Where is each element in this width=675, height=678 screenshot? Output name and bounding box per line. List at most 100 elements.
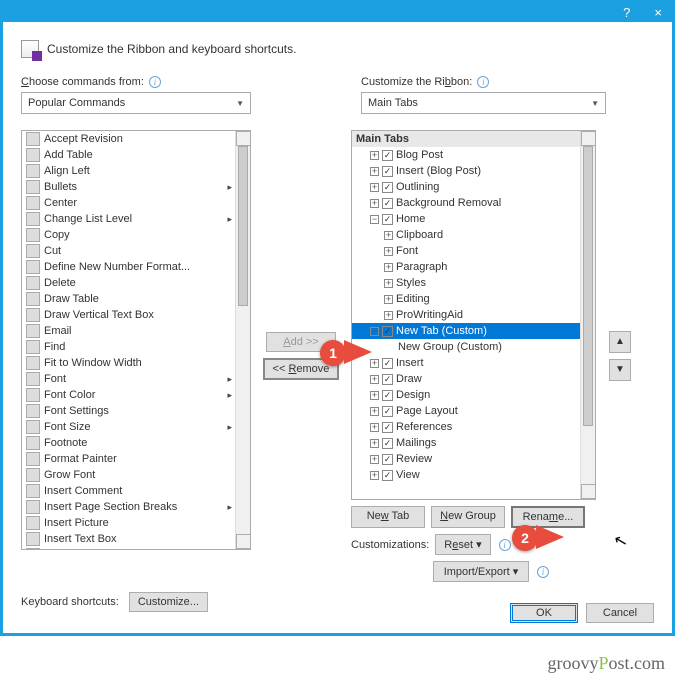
command-item[interactable]: Font Settings (22, 403, 250, 419)
checkbox[interactable]: ✓ (382, 358, 393, 369)
expander-icon[interactable]: + (370, 439, 379, 448)
commands-listbox[interactable]: Accept RevisionAdd TableAlign LeftBullet… (21, 130, 251, 550)
checkbox[interactable]: ✓ (382, 166, 393, 177)
tree-item[interactable]: +✓References (352, 419, 595, 435)
move-up-button[interactable]: ▲ (609, 331, 631, 353)
command-item[interactable]: Font▸ (22, 371, 250, 387)
tree-item[interactable]: −✓New Tab (Custom) (352, 323, 595, 339)
tree-item[interactable]: +✓View (352, 467, 595, 483)
ribbon-tree[interactable]: Main Tabs +✓Blog Post+✓Insert (Blog Post… (351, 130, 596, 500)
commands-from-combo[interactable]: Popular Commands ▼ (21, 92, 251, 114)
tree-item[interactable]: +✓Page Layout (352, 403, 595, 419)
checkbox[interactable]: ✓ (382, 438, 393, 449)
expander-icon[interactable]: + (384, 263, 393, 272)
command-item[interactable]: Insert Page Section Breaks▸ (22, 499, 250, 515)
close-button[interactable]: × (648, 5, 668, 20)
tree-item[interactable]: +Clipboard (352, 227, 595, 243)
checkbox[interactable]: ✓ (382, 406, 393, 417)
command-item[interactable]: Insert Comment (22, 483, 250, 499)
scroll-up[interactable]: ▴ (581, 131, 596, 146)
checkbox[interactable]: ✓ (382, 454, 393, 465)
expander-icon[interactable]: + (370, 407, 379, 416)
tree-item[interactable]: +✓Insert (352, 355, 595, 371)
checkbox[interactable]: ✓ (382, 198, 393, 209)
scroll-down[interactable]: ▾ (236, 534, 251, 549)
tree-item[interactable]: −✓Home (352, 211, 595, 227)
command-item[interactable]: Copy (22, 227, 250, 243)
tree-item[interactable]: +✓Draw (352, 371, 595, 387)
expander-icon[interactable]: + (384, 231, 393, 240)
expander-icon[interactable]: + (384, 247, 393, 256)
info-icon[interactable]: i (149, 76, 161, 88)
command-item[interactable]: Footnote (22, 435, 250, 451)
import-export-button[interactable]: Import/Export ▾ (433, 561, 529, 582)
command-item[interactable]: Add Table (22, 147, 250, 163)
scrollbar[interactable]: ▴ ▾ (580, 131, 595, 499)
command-item[interactable]: Grow Font (22, 467, 250, 483)
command-item[interactable]: Change List Level▸ (22, 211, 250, 227)
command-item[interactable]: Draw Vertical Text Box (22, 307, 250, 323)
info-icon[interactable]: i (477, 76, 489, 88)
info-icon[interactable]: i (499, 539, 511, 551)
new-group-button[interactable]: New Group (431, 506, 505, 528)
command-item[interactable]: Delete (22, 275, 250, 291)
command-item[interactable]: Font Size▸ (22, 419, 250, 435)
scroll-thumb[interactable] (583, 146, 593, 426)
expander-icon[interactable]: + (370, 423, 379, 432)
help-button[interactable]: ? (617, 5, 636, 20)
scrollbar[interactable]: ▴ ▾ (235, 131, 250, 549)
expander-icon[interactable]: + (370, 375, 379, 384)
tree-item[interactable]: +✓Insert (Blog Post) (352, 163, 595, 179)
tree-item[interactable]: +✓Outlining (352, 179, 595, 195)
command-item[interactable]: Line and Paragraph Spacing▸ (22, 547, 250, 550)
command-item[interactable]: Bullets▸ (22, 179, 250, 195)
customize-keyboard-button[interactable]: Customize... (129, 592, 208, 612)
cancel-button[interactable]: Cancel (586, 603, 654, 623)
tree-item[interactable]: +Editing (352, 291, 595, 307)
command-item[interactable]: Insert Picture (22, 515, 250, 531)
checkbox[interactable]: ✓ (382, 326, 393, 337)
expander-icon[interactable]: − (370, 327, 379, 336)
tree-item[interactable]: +✓Review (352, 451, 595, 467)
expander-icon[interactable]: + (370, 471, 379, 480)
command-item[interactable]: Center (22, 195, 250, 211)
expander-icon[interactable]: + (370, 455, 379, 464)
expander-icon[interactable]: + (384, 295, 393, 304)
tree-item[interactable]: +ProWritingAid (352, 307, 595, 323)
tree-item[interactable]: +Styles (352, 275, 595, 291)
checkbox[interactable]: ✓ (382, 422, 393, 433)
expander-icon[interactable]: + (384, 279, 393, 288)
expander-icon[interactable]: + (370, 151, 379, 160)
customize-ribbon-combo[interactable]: Main Tabs ▼ (361, 92, 606, 114)
command-item[interactable]: Insert Text Box (22, 531, 250, 547)
scroll-down[interactable]: ▾ (581, 484, 596, 499)
checkbox[interactable]: ✓ (382, 182, 393, 193)
expander-icon[interactable]: + (370, 199, 379, 208)
tree-item[interactable]: New Group (Custom) (352, 339, 595, 355)
expander-icon[interactable]: − (370, 215, 379, 224)
expander-icon[interactable]: + (370, 167, 379, 176)
reset-button[interactable]: Reset ▾ (435, 534, 490, 555)
command-item[interactable]: Define New Number Format... (22, 259, 250, 275)
checkbox[interactable]: ✓ (382, 214, 393, 225)
new-tab-button[interactable]: New Tab (351, 506, 425, 528)
command-item[interactable]: Format Painter (22, 451, 250, 467)
info-icon[interactable]: i (537, 566, 549, 578)
checkbox[interactable]: ✓ (382, 470, 393, 481)
command-item[interactable]: Align Left (22, 163, 250, 179)
command-item[interactable]: Fit to Window Width (22, 355, 250, 371)
ok-button[interactable]: OK (510, 603, 578, 623)
tree-item[interactable]: +Paragraph (352, 259, 595, 275)
command-item[interactable]: Cut (22, 243, 250, 259)
command-item[interactable]: Draw Table (22, 291, 250, 307)
tree-item[interactable]: +✓Mailings (352, 435, 595, 451)
scroll-thumb[interactable] (238, 146, 248, 306)
command-item[interactable]: Accept Revision (22, 131, 250, 147)
expander-icon[interactable]: + (370, 391, 379, 400)
checkbox[interactable]: ✓ (382, 374, 393, 385)
tree-item[interactable]: +Font (352, 243, 595, 259)
checkbox[interactable]: ✓ (382, 390, 393, 401)
move-down-button[interactable]: ▼ (609, 359, 631, 381)
scroll-up[interactable]: ▴ (236, 131, 251, 146)
command-item[interactable]: Font Color▸ (22, 387, 250, 403)
